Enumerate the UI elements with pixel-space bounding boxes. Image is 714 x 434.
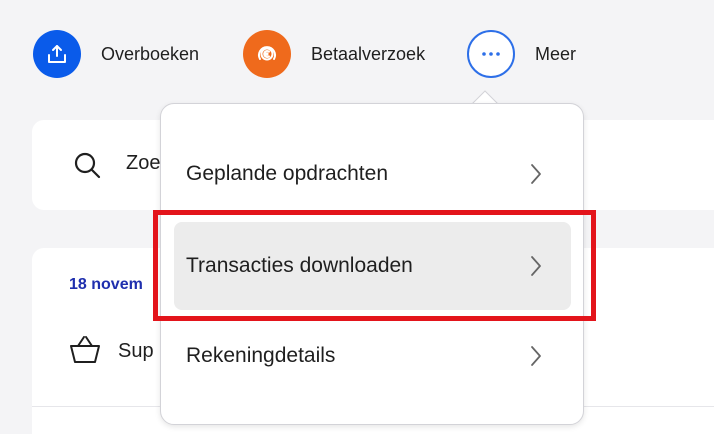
- transfer-action-label: Overboeken: [101, 43, 200, 64]
- more-action-label: Meer: [535, 43, 577, 64]
- transfer-action-button[interactable]: Overboeken: [33, 30, 199, 78]
- search-icon: [72, 150, 102, 180]
- euro-coin-icon: [243, 30, 291, 78]
- transaction-merchant[interactable]: Sup: [118, 340, 154, 363]
- more-action-button[interactable]: Meer: [467, 30, 576, 78]
- action-bar: Overboeken Betaalverzoek Meer: [0, 0, 714, 105]
- payment-request-action-button[interactable]: Betaalverzoek: [243, 30, 425, 78]
- page: Overboeken Betaalverzoek Meer Zoe 18 nov…: [0, 0, 714, 434]
- menu-item-label: Transacties downloaden: [186, 254, 413, 277]
- menu-item-account-details[interactable]: Rekeningdetails: [174, 312, 571, 400]
- menu-item-label: Geplande opdrachten: [186, 162, 388, 185]
- menu-item-label: Rekeningdetails: [186, 344, 336, 367]
- shopping-basket-icon: [68, 333, 102, 367]
- more-dropdown-menu: Geplande opdrachten Transacties download…: [160, 103, 584, 425]
- chevron-right-icon: [531, 164, 541, 184]
- chevron-right-icon: [531, 256, 541, 276]
- search-input-text: Zoe: [126, 152, 161, 174]
- more-dots-icon: [467, 30, 515, 78]
- transaction-date-heading: 18 novem: [69, 276, 143, 293]
- menu-item-scheduled-orders[interactable]: Geplande opdrachten: [174, 130, 571, 218]
- upload-icon: [33, 30, 81, 78]
- chevron-right-icon: [531, 346, 541, 366]
- payment-request-action-label: Betaalverzoek: [311, 43, 426, 64]
- menu-item-download-transactions[interactable]: Transacties downloaden: [174, 222, 571, 310]
